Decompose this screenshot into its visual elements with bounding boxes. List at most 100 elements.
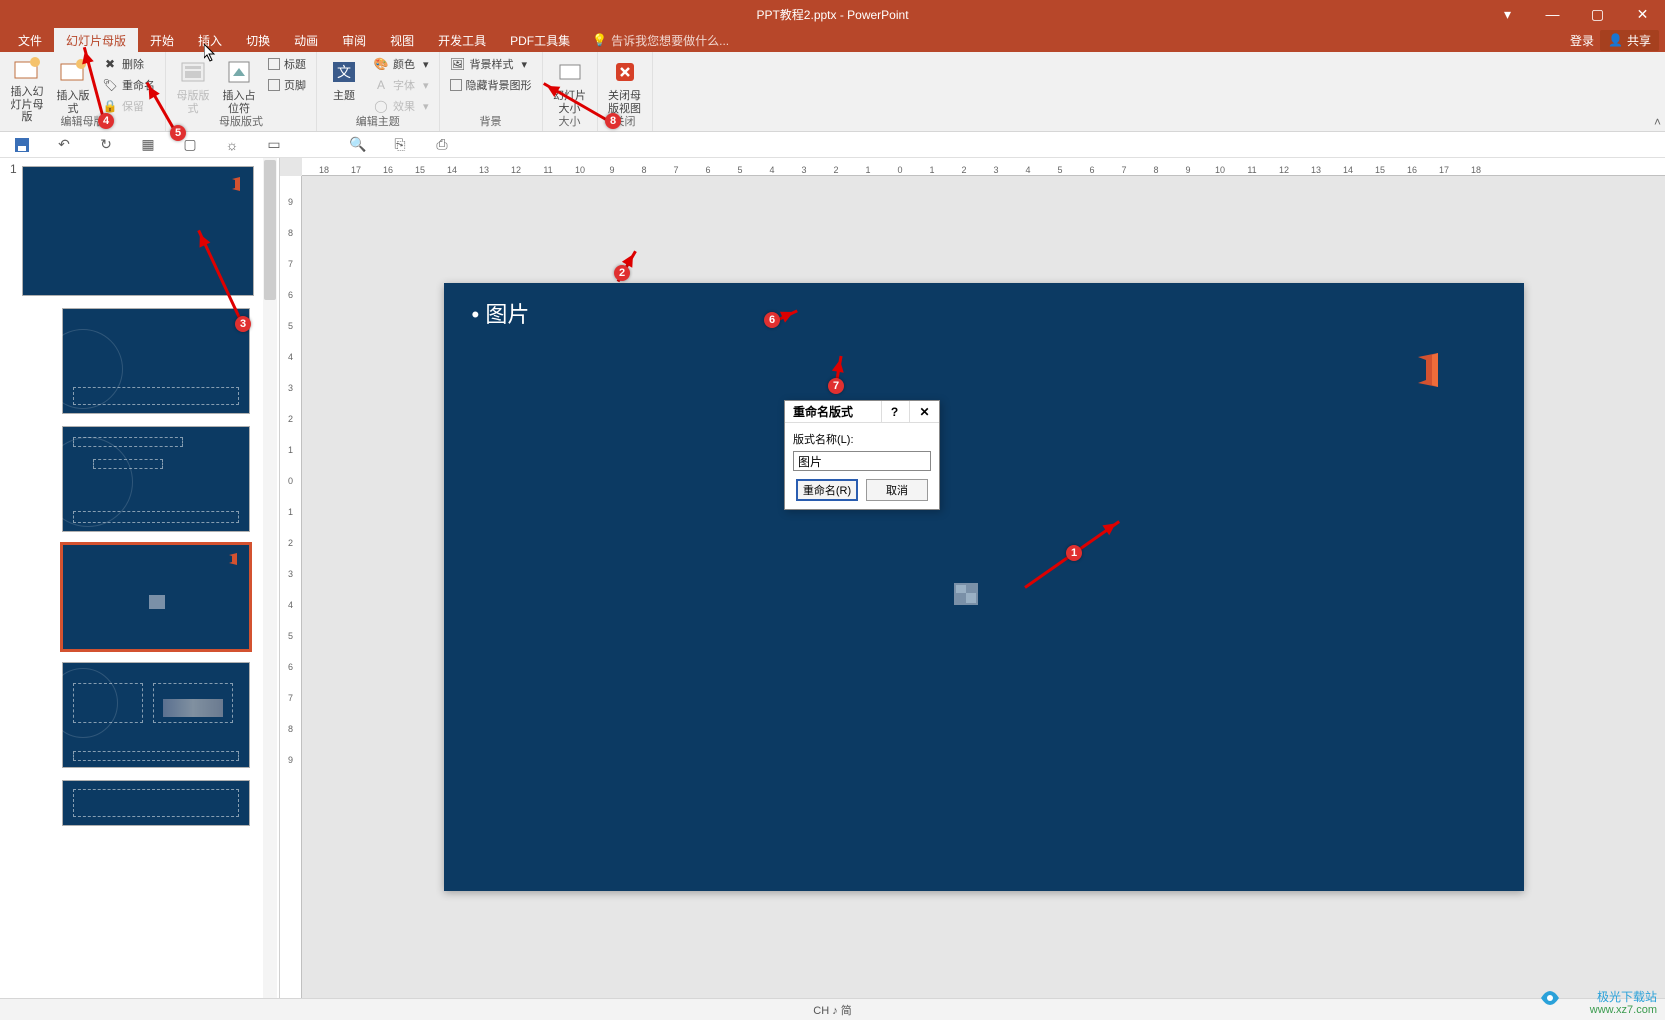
thumbnail-scrollbar[interactable] (263, 158, 277, 998)
tab-file[interactable]: 文件 (6, 28, 54, 52)
thumbnail-pane[interactable]: 1 (0, 158, 280, 998)
horizontal-ruler: 1817161514131211109876543210123456789101… (302, 158, 1665, 176)
effects-label: 效果 (393, 98, 415, 114)
layout-name-input[interactable] (793, 451, 931, 471)
login-link[interactable]: 登录 (1570, 32, 1594, 49)
qat-item-10[interactable]: ⎙ (432, 135, 452, 155)
tab-slide-master[interactable]: 幻灯片母版 (54, 28, 138, 52)
effects-icon: ◯ (373, 98, 389, 114)
qat-item-8[interactable]: 🔍 (348, 135, 368, 155)
slide-size-button[interactable]: 幻灯片大小 (549, 54, 591, 116)
cancel-button[interactable]: 取消 (866, 479, 928, 501)
colors-button[interactable]: 🎨颜色▾ (369, 54, 433, 74)
slide-master-icon (11, 56, 43, 84)
hide-bg-checkbox[interactable]: 隐藏背景图形 (446, 75, 536, 95)
layout-thumbnail-5[interactable] (62, 780, 250, 826)
close-button[interactable]: ✕ (1620, 0, 1665, 28)
tab-transitions[interactable]: 切换 (234, 28, 282, 52)
rename-confirm-button[interactable]: 重命名(R) (796, 479, 858, 501)
dialog-help-button[interactable]: ? (881, 401, 907, 422)
placeholder-icon (223, 56, 255, 88)
delete-button[interactable]: ✖删除 (98, 54, 159, 74)
ribbon-options-button[interactable]: ▾ (1485, 0, 1530, 28)
layout-thumbnail-3-selected[interactable] (62, 544, 250, 650)
checkbox-icon (268, 79, 280, 91)
group-background-label: 背景 (440, 113, 542, 129)
background-styles-button[interactable]: 🖼背景样式▾ (446, 54, 536, 74)
maximize-button[interactable]: ▢ (1575, 0, 1620, 28)
tab-insert[interactable]: 插入 (186, 28, 234, 52)
close-master-view-button[interactable]: 关闭母版视图 (604, 54, 646, 116)
undo-button[interactable]: ↶ (54, 135, 74, 155)
tab-review[interactable]: 审阅 (330, 28, 378, 52)
fonts-button[interactable]: A字体▾ (369, 75, 433, 95)
quick-access-toolbar: ↶ ↻ ▦ ▢ ☼ ▭ 🔍 ⎘ ⎙ (0, 132, 1665, 158)
group-size-label: 大小 (543, 113, 597, 129)
save-button[interactable] (12, 135, 32, 155)
group-edit-master: 插入幻灯片母版 插入版式 ✖删除 🏷重命名 🔒保留 编辑母版 (0, 52, 166, 131)
title-placeholder[interactable]: 图片 (472, 297, 530, 329)
dialog-title-bar[interactable]: 重命名版式 ? ✕ (785, 401, 939, 423)
qat-item-6[interactable]: ☼ (222, 135, 242, 155)
share-icon: 👤 (1608, 33, 1623, 47)
minimize-button[interactable]: — (1530, 0, 1575, 28)
insert-layout-button[interactable]: 插入版式 (52, 54, 94, 116)
insert-layout-label: 插入版式 (52, 90, 94, 115)
tab-animations[interactable]: 动画 (282, 28, 330, 52)
insert-placeholder-button[interactable]: 插入占位符 (218, 54, 260, 116)
lightbulb-icon: 💡 (592, 33, 607, 47)
group-edit-master-label: 编辑母版 (0, 113, 165, 129)
group-close-label: 关闭 (598, 113, 652, 129)
group-background: 🖼背景样式▾ 隐藏背景图形 背景 (440, 52, 543, 131)
rename-layout-dialog: 重命名版式 ? ✕ 版式名称(L): 重命名(R) 取消 (784, 400, 940, 510)
layout-name-label: 版式名称(L): (793, 431, 931, 447)
qat-item-4[interactable]: ▦ (138, 135, 158, 155)
group-master-layout: 母版版式 插入占位符 标题 页脚 母版版式 (166, 52, 317, 131)
chevron-down-icon: ▾ (423, 100, 429, 113)
tab-home[interactable]: 开始 (138, 28, 186, 52)
ime-indicator[interactable]: CH ♪ 简 (813, 1002, 852, 1018)
close-master-icon (609, 56, 641, 88)
tab-pdf[interactable]: PDF工具集 (498, 28, 582, 52)
title-checkbox[interactable]: 标题 (264, 54, 310, 74)
qat-item-7[interactable]: ▭ (264, 135, 284, 155)
group-close: 关闭母版视图 关闭 (598, 52, 653, 131)
master-layout-button[interactable]: 母版版式 (172, 54, 214, 116)
master-thumbnail[interactable] (22, 166, 254, 296)
share-button[interactable]: 👤 共享 (1600, 30, 1659, 51)
svg-text:文: 文 (337, 64, 351, 80)
rename-icon: 🏷 (102, 77, 118, 93)
work-area: 1 (0, 158, 1665, 998)
colors-icon: 🎨 (373, 56, 389, 72)
dialog-close-button[interactable]: ✕ (909, 401, 939, 422)
qat-item-5[interactable]: ▢ (180, 135, 200, 155)
slide-canvas[interactable]: 图片 (444, 283, 1524, 891)
delete-icon: ✖ (102, 56, 118, 72)
tab-dev[interactable]: 开发工具 (426, 28, 498, 52)
layout-thumbnail-2[interactable] (62, 426, 250, 532)
group-edit-theme: 文 主题 🎨颜色▾ A字体▾ ◯效果▾ 编辑主题 (317, 52, 440, 131)
themes-button[interactable]: 文 主题 (323, 54, 365, 116)
rename-button[interactable]: 🏷重命名 (98, 75, 159, 95)
qat-item-9[interactable]: ⎘ (390, 135, 410, 155)
title-bar: PPT教程2.pptx - PowerPoint ▾ — ▢ ✕ (0, 0, 1665, 28)
footer-checkbox-label: 页脚 (284, 77, 306, 93)
chevron-down-icon: ▾ (423, 79, 429, 92)
collapse-ribbon-button[interactable]: ˄ (1654, 115, 1661, 129)
insert-slide-master-button[interactable]: 插入幻灯片母版 (6, 54, 48, 116)
tell-me-search[interactable]: 💡 告诉我您想要做什么... (592, 28, 729, 52)
tell-me-placeholder: 告诉我您想要做什么... (611, 32, 729, 49)
insert-placeholder-label: 插入占位符 (218, 90, 260, 115)
tab-view[interactable]: 视图 (378, 28, 426, 52)
layout-thumbnail-4[interactable] (62, 662, 250, 768)
image-placeholder-icon[interactable] (954, 583, 978, 605)
chevron-down-icon: ▾ (522, 58, 528, 71)
scrollbar-thumb[interactable] (264, 160, 276, 300)
preserve-icon: 🔒 (102, 98, 118, 114)
office-logo-icon (227, 553, 239, 565)
title-checkbox-label: 标题 (284, 56, 306, 72)
master-number: 1 (10, 162, 17, 176)
redo-button[interactable]: ↻ (96, 135, 116, 155)
layout-thumbnail-1[interactable] (62, 308, 250, 414)
footer-checkbox[interactable]: 页脚 (264, 75, 310, 95)
